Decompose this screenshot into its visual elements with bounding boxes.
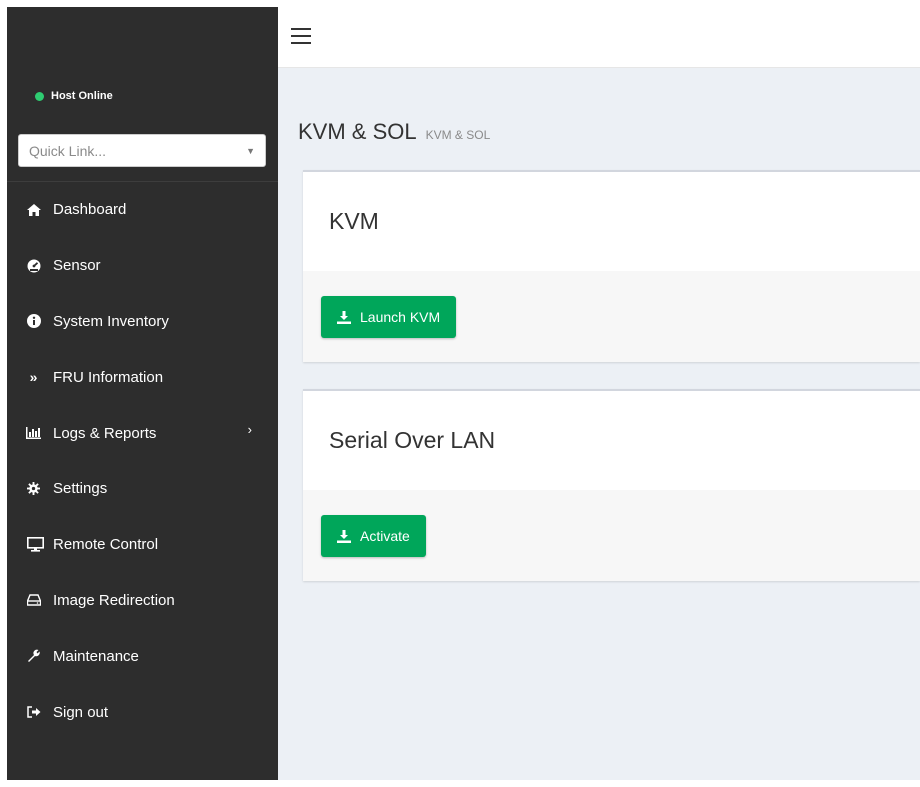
double-chevron-right-icon: »: [29, 369, 38, 386]
page-header: KVM & SOL KVM & SOL: [298, 119, 490, 145]
hdd-icon: [26, 594, 41, 607]
sidebar-item-logs-reports[interactable]: Logs & Reports ›: [7, 405, 278, 461]
gear-icon: [26, 482, 41, 496]
sidebar-item-label: Maintenance: [53, 647, 139, 665]
sidebar-menu: Dashboard Sensor System Inventory » FRU …: [7, 182, 278, 740]
launch-kvm-button[interactable]: Launch KVM: [321, 296, 457, 338]
caret-down-icon: ▼: [246, 145, 255, 156]
card-body: Launch KVM: [303, 271, 920, 362]
sidebar-item-label: Dashboard: [53, 201, 127, 219]
sidebar-item-label: System Inventory: [53, 312, 169, 330]
card-title: KVM: [329, 208, 379, 234]
card-header: Serial Over LAN: [303, 391, 920, 490]
activate-button[interactable]: Activate: [321, 515, 426, 557]
sign-out-icon: [26, 706, 41, 718]
card-header: KVM: [303, 172, 920, 271]
sidebar-item-remote-control[interactable]: Remote Control: [7, 517, 278, 573]
host-status-label: Host Online: [51, 90, 113, 102]
sidebar-item-label: Settings: [53, 480, 108, 498]
kvm-card: KVM Launch KVM: [303, 170, 920, 362]
launch-kvm-button-label: Launch KVM: [360, 309, 441, 325]
sidebar-item-dashboard[interactable]: Dashboard: [7, 182, 278, 238]
sidebar-item-label: Sensor: [53, 257, 101, 275]
quick-link-placeholder: Quick Link...: [29, 142, 107, 159]
wrench-icon: [26, 649, 41, 663]
gauge-icon: [26, 259, 41, 273]
sidebar-item-settings[interactable]: Settings: [7, 461, 278, 517]
monitor-icon: [26, 537, 44, 552]
page-subtitle: KVM & SOL: [425, 128, 491, 142]
host-status: Host Online: [35, 90, 113, 102]
sidebar-item-system-inventory[interactable]: System Inventory: [7, 294, 278, 350]
sidebar-item-label: Logs & Reports: [53, 424, 157, 442]
sidebar-item-sign-out[interactable]: Sign out: [7, 684, 278, 740]
status-dot-icon: [35, 91, 44, 101]
chevron-right-icon: ›: [247, 422, 252, 438]
download-icon: [337, 529, 351, 543]
card-title: Serial Over LAN: [329, 427, 496, 453]
app-frame: Host Online Quick Link... ▼ Dashboard Se…: [7, 7, 920, 780]
sidebar-item-label: Sign out: [53, 703, 109, 721]
sidebar-item-label: Image Redirection: [53, 591, 175, 609]
home-icon: [26, 203, 41, 216]
sidebar-item-label: Remote Control: [53, 536, 159, 554]
page-title: KVM & SOL: [298, 119, 417, 144]
hamburger-menu-icon[interactable]: [291, 28, 311, 44]
sidebar-item-label: FRU Information: [53, 368, 164, 386]
bar-chart-icon: [26, 427, 41, 440]
activate-button-label: Activate: [360, 528, 410, 544]
info-icon: [26, 314, 41, 329]
top-bar: [278, 7, 920, 68]
quick-link-select[interactable]: Quick Link... ▼: [18, 134, 266, 167]
download-icon: [337, 310, 351, 324]
sidebar: Host Online Quick Link... ▼ Dashboard Se…: [7, 7, 278, 780]
sidebar-item-maintenance[interactable]: Maintenance: [7, 628, 278, 684]
serial-over-lan-card: Serial Over LAN Activate: [303, 389, 920, 581]
sidebar-item-image-redirection[interactable]: Image Redirection: [7, 573, 278, 629]
sidebar-item-sensor[interactable]: Sensor: [7, 238, 278, 294]
sidebar-item-fru-information[interactable]: » FRU Information: [7, 349, 278, 405]
card-body: Activate: [303, 490, 920, 581]
